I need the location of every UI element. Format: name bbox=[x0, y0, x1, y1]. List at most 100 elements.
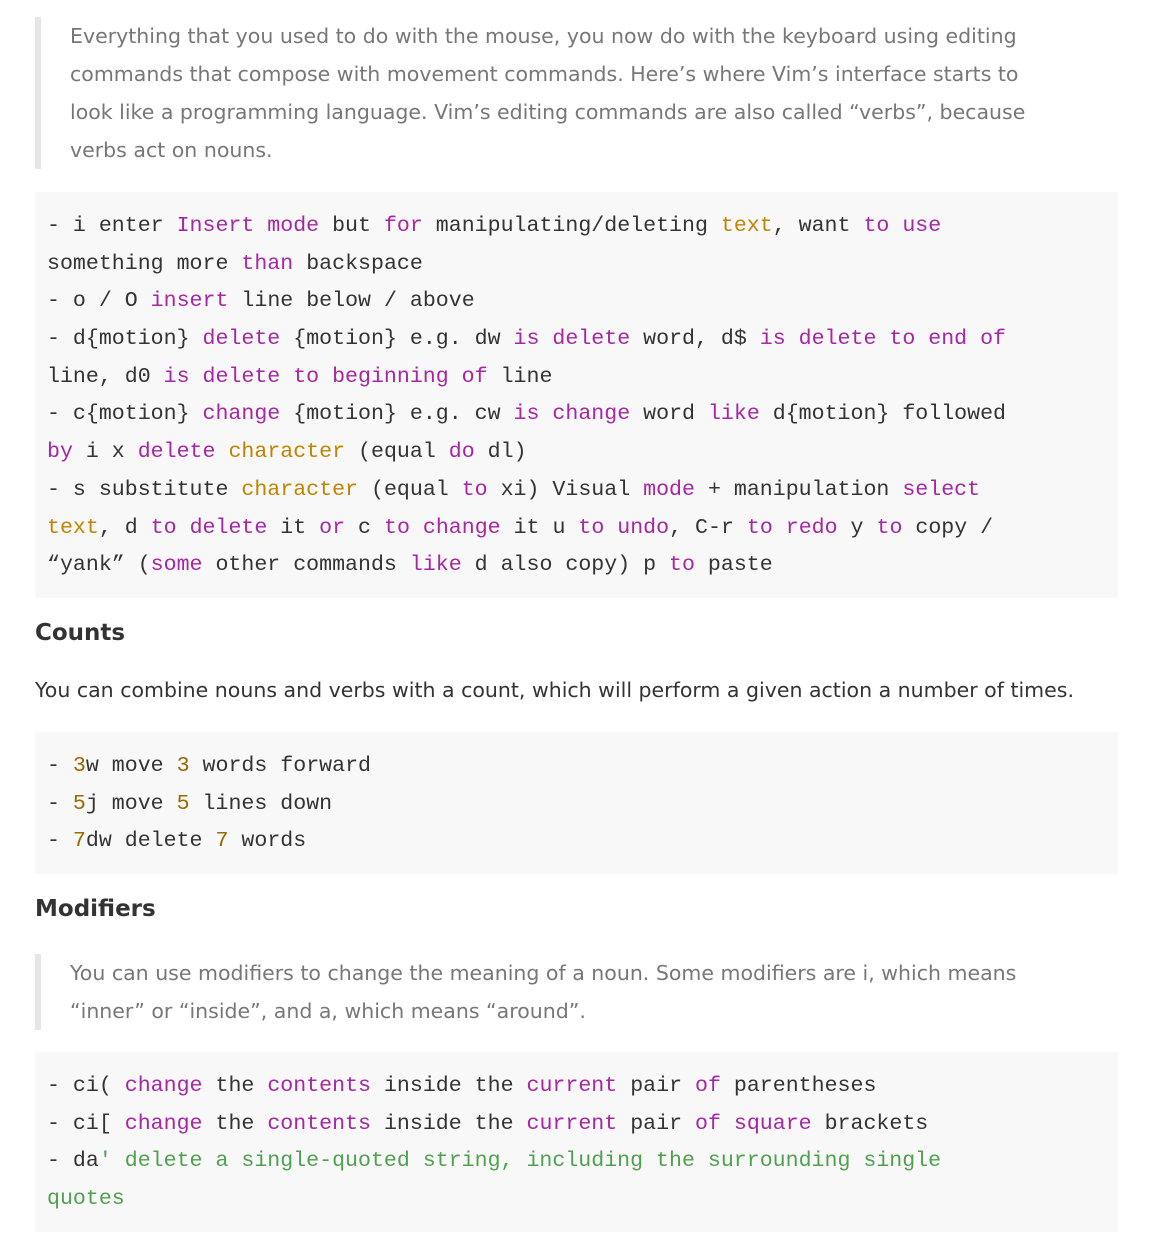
code-line: - da' delete a single-quoted string, inc… bbox=[47, 1143, 1106, 1181]
quote-line: verbs act on nouns. bbox=[70, 138, 273, 162]
code-text: something more bbox=[47, 251, 242, 276]
code-line: - 5j move 5 lines down bbox=[47, 786, 1106, 824]
code-text: d{motion} followed bbox=[759, 402, 1007, 427]
code-text: manipulating/deleting bbox=[422, 214, 721, 238]
code-keyword: some bbox=[150, 553, 203, 578]
modifiers-code-block: - ci( change the contents inside the cur… bbox=[35, 1052, 1118, 1232]
code-keyword: current bbox=[526, 1111, 618, 1136]
code-keyword: like bbox=[409, 553, 462, 578]
code-text: “yank” ( bbox=[47, 553, 151, 578]
code-keyword: delete bbox=[202, 327, 281, 352]
code-keyword: to delete bbox=[150, 515, 268, 540]
code-text: brackets bbox=[811, 1111, 929, 1136]
code-text: , d bbox=[98, 515, 151, 540]
code-text: lines down bbox=[189, 791, 333, 816]
code-text: - da bbox=[47, 1149, 99, 1174]
code-keyword: is delete to beginning of bbox=[163, 364, 488, 389]
code-keyword: to bbox=[669, 553, 695, 578]
code-string: quotes bbox=[47, 1187, 125, 1212]
verbs-code-block: - i enter Insert mode but for manipulati… bbox=[35, 192, 1118, 598]
code-text: xi) Visual bbox=[487, 477, 644, 502]
modifiers-heading: Modifiers bbox=[35, 896, 156, 922]
code-text: i x bbox=[72, 440, 138, 465]
code-text: {motion} e.g. cw bbox=[280, 402, 514, 427]
code-keyword: contents bbox=[267, 1074, 371, 1098]
code-keyword: mode bbox=[643, 477, 695, 502]
quote-line: “inner” or “inside”, and a, which means … bbox=[70, 999, 586, 1023]
code-text: - ci[ bbox=[47, 1111, 125, 1136]
code-text: y bbox=[837, 515, 877, 540]
code-text: copy / bbox=[902, 515, 994, 540]
code-text: but bbox=[319, 214, 384, 238]
code-text: words forward bbox=[189, 754, 371, 778]
code-keyword: Insert mode bbox=[176, 214, 320, 238]
code-text: + manipulation bbox=[694, 477, 903, 502]
code-line: - ci[ change the contents inside the cur… bbox=[47, 1106, 1106, 1144]
code-keyword: current bbox=[526, 1074, 618, 1098]
code-keyword: is delete to end of bbox=[759, 327, 1006, 352]
code-type: character bbox=[241, 477, 359, 502]
code-text: the bbox=[202, 1111, 268, 1136]
code-text: j move bbox=[85, 791, 177, 816]
code-number: 5 bbox=[72, 791, 86, 816]
code-type: text bbox=[720, 214, 773, 238]
code-number: 7 bbox=[215, 829, 229, 854]
code-text: parentheses bbox=[720, 1074, 877, 1098]
code-line: - d{motion} delete {motion} e.g. dw is d… bbox=[47, 321, 1106, 359]
code-text: - d{motion} bbox=[47, 327, 203, 352]
code-line: quotes bbox=[47, 1181, 1106, 1219]
code-line: - i enter Insert mode but for manipulati… bbox=[47, 208, 1106, 246]
code-text: pair bbox=[617, 1111, 695, 1136]
code-line: - c{motion} change {motion} e.g. cw is c… bbox=[47, 396, 1106, 434]
code-text: line below / above bbox=[228, 289, 475, 314]
code-keyword: select bbox=[902, 477, 981, 502]
code-keyword: for bbox=[383, 214, 423, 238]
code-number: 7 bbox=[72, 829, 86, 854]
code-keyword: change bbox=[202, 402, 281, 427]
code-line: line, d0 is delete to beginning of line bbox=[47, 359, 1106, 397]
code-keyword: of square bbox=[695, 1111, 812, 1136]
code-text: - bbox=[47, 754, 73, 778]
code-text: - c{motion} bbox=[47, 402, 203, 427]
quote-line: commands that compose with movement comm… bbox=[70, 62, 1019, 86]
code-line: - 7dw delete 7 words bbox=[47, 823, 1106, 861]
code-text: word, d$ bbox=[630, 327, 760, 352]
code-text: the bbox=[202, 1074, 268, 1098]
code-text: dw delete bbox=[85, 829, 216, 854]
code-text: inside the bbox=[371, 1111, 527, 1136]
code-text: - s substitute bbox=[47, 477, 242, 502]
code-type: text bbox=[47, 515, 99, 540]
code-number: 3 bbox=[72, 754, 86, 778]
code-number: 3 bbox=[176, 754, 190, 778]
modifiers-blockquote: You can use modifiers to change the mean… bbox=[35, 954, 1153, 1030]
code-text: paste bbox=[694, 553, 773, 578]
code-line: “yank” (some other commands like d also … bbox=[47, 547, 1106, 585]
code-keyword: or bbox=[319, 515, 346, 540]
code-keyword: is delete bbox=[513, 327, 631, 352]
quote-line: Everything that you used to do with the … bbox=[70, 24, 1017, 48]
code-keyword: to undo bbox=[578, 515, 670, 540]
code-text: , C-r bbox=[669, 515, 747, 540]
code-keyword: contents bbox=[267, 1111, 371, 1136]
code-keyword: is change bbox=[513, 402, 631, 427]
code-text: word bbox=[630, 402, 708, 427]
code-text: w move bbox=[85, 754, 177, 778]
code-line: - s substitute character (equal to xi) V… bbox=[47, 472, 1106, 510]
code-keyword: to bbox=[461, 477, 488, 502]
quote-line: look like a programming language. Vim’s … bbox=[70, 100, 1026, 124]
code-line: - 3w move 3 words forward bbox=[47, 748, 1106, 786]
code-keyword: by bbox=[47, 440, 73, 465]
code-text: (equal bbox=[345, 440, 449, 465]
code-text: - bbox=[47, 829, 73, 854]
code-keyword: to use bbox=[863, 214, 942, 238]
quote-line: You can use modifiers to change the mean… bbox=[70, 961, 1017, 985]
code-text: it u bbox=[500, 515, 579, 540]
code-text: dl) bbox=[474, 440, 527, 465]
code-keyword: insert bbox=[150, 289, 229, 314]
code-text: pair bbox=[617, 1074, 695, 1098]
code-string: ' delete a single-quoted string, includi… bbox=[98, 1149, 942, 1174]
code-text: c bbox=[345, 515, 384, 540]
code-keyword: change bbox=[124, 1074, 203, 1098]
code-line: text, d to delete it or c to change it u… bbox=[47, 510, 1106, 548]
code-keyword: to bbox=[876, 515, 903, 540]
